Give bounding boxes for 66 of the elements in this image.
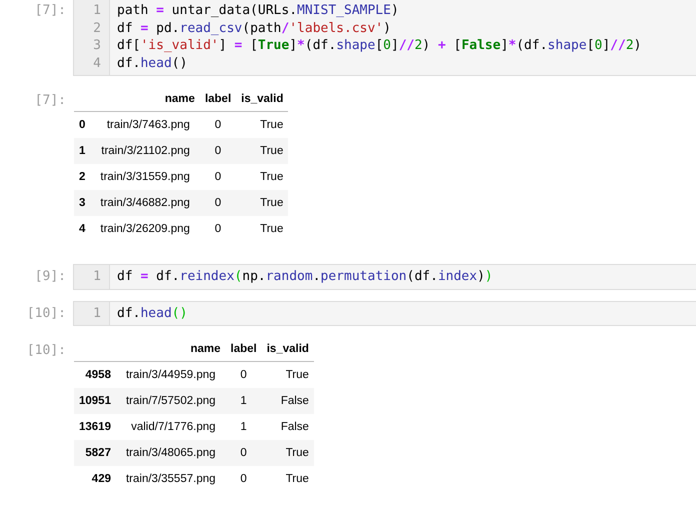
row-index: 0 [74, 112, 90, 138]
row-index: 4 [74, 216, 90, 242]
table-cell: train/3/26209.png [90, 216, 200, 242]
table-cell: 0 [200, 190, 236, 216]
column-header: is_valid [262, 337, 314, 362]
table-cell: 1 [226, 388, 262, 414]
table-cell: True [236, 112, 288, 138]
output-prompt: [10]: [26, 342, 67, 359]
table-cell: True [262, 440, 314, 466]
code-line: path = untar_data(URLs.MNIST_SAMPLE) [117, 2, 400, 20]
table-cell: 0 [200, 112, 236, 138]
line-number: 1 [93, 304, 101, 322]
table-cell: True [236, 216, 288, 242]
table-cell: train/3/44959.png [116, 362, 226, 388]
table-cell: True [236, 138, 288, 164]
column-header: name [116, 337, 226, 362]
table-cell: True [236, 190, 288, 216]
row-index: 5827 [74, 440, 116, 466]
line-number: 2 [93, 20, 101, 37]
table-cell: False [262, 388, 314, 414]
input-prompt: [10]: [26, 304, 67, 322]
table-cell: train/3/7463.png [90, 112, 200, 138]
input-prompt: [9]: [34, 268, 67, 285]
table-cell: train/3/48065.png [116, 440, 226, 466]
row-index: 4958 [74, 362, 116, 388]
row-index: 429 [74, 466, 116, 492]
row-index: 1 [74, 138, 90, 164]
input-prompt: [7]: [34, 2, 67, 19]
line-number: 1 [93, 268, 101, 286]
code-line: df.head() [117, 304, 188, 322]
table-cell: 0 [226, 440, 262, 466]
code-editor[interactable]: 1 2 3 4 path = untar_data(URLs.MNIST_SAMPLE) df = pd.read_csv(path/'labels.csv') df['is_valid'] = [True]*(df.shape[0]//2) + [False]*(df.shape[0]//2) df.head() [73, 0, 696, 76]
row-index: 13619 [74, 414, 116, 440]
row-index: 3 [74, 190, 90, 216]
code-line: df.head() [117, 54, 188, 72]
code-editor[interactable]: 1 df = df.reindex(np.random.permutation(df.index)) [73, 264, 696, 290]
column-header: name [90, 87, 200, 112]
code-line: df = df.reindex(np.random.permutation(df.index)) [117, 268, 493, 286]
code-line: df['is_valid'] = [True]*(df.shape[0]//2) + [False]*(df.shape[0]//2) [117, 37, 642, 54]
table-cell: 0 [200, 164, 236, 190]
table-cell: 0 [200, 216, 236, 242]
table-cell: 0 [226, 466, 262, 492]
output-prompt: [7]: [34, 92, 67, 109]
code-line: df = pd.read_csv(path/'labels.csv') [117, 20, 392, 37]
table-cell: train/3/46882.png [90, 190, 200, 216]
table-cell: train/7/57502.png [116, 388, 226, 414]
line-number: 4 [93, 54, 101, 72]
row-index: 10951 [74, 388, 116, 414]
table-cell: valid/7/1776.png [116, 414, 226, 440]
table-cell: 0 [200, 138, 236, 164]
table-cell: 0 [226, 362, 262, 388]
code-editor[interactable]: 1 df.head() [73, 300, 696, 326]
table-cell: True [262, 362, 314, 388]
line-number: 1 [93, 2, 101, 20]
table-cell: 1 [226, 414, 262, 440]
column-header: label [226, 337, 262, 362]
column-header: label [200, 87, 236, 112]
table-cell: True [262, 466, 314, 492]
column-header: is_valid [236, 87, 288, 112]
table-cell: train/3/21102.png [90, 138, 200, 164]
table-cell: train/3/35557.png [116, 466, 226, 492]
table-cell: train/3/31559.png [90, 164, 200, 190]
table-cell: True [236, 164, 288, 190]
table-cell: False [262, 414, 314, 440]
row-index: 2 [74, 164, 90, 190]
line-number: 3 [93, 37, 101, 54]
